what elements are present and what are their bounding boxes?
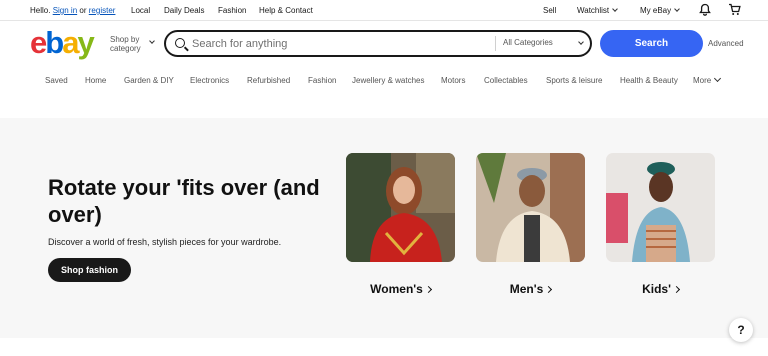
nav-item-electronics[interactable]: Electronics <box>190 76 229 85</box>
ebay-logo[interactable]: ebay <box>30 25 95 60</box>
help-contact-link[interactable]: Help & Contact <box>259 6 313 15</box>
nav-item-home[interactable]: Home <box>85 76 106 85</box>
nav-item-saved[interactable]: Saved <box>45 76 68 85</box>
logo-letter-a: a <box>62 25 79 60</box>
kids-link[interactable]: Kids' <box>606 282 715 296</box>
search-icon <box>175 38 185 48</box>
chevron-right-icon <box>424 285 432 294</box>
or-text: or <box>79 6 87 15</box>
sell-link[interactable]: Sell <box>543 6 556 15</box>
category-select[interactable]: All Categories <box>503 38 591 47</box>
nav-item-collectables[interactable]: Collectables <box>484 76 528 85</box>
chevron-down-icon <box>714 74 722 83</box>
bell-icon[interactable] <box>699 3 711 18</box>
search-bar: All Categories <box>164 30 592 57</box>
chevron-down-icon <box>674 6 680 12</box>
sign-in-link[interactable]: Sign in <box>53 6 77 15</box>
daily-deals-link[interactable]: Daily Deals <box>164 6 204 15</box>
more-label: More <box>693 76 712 85</box>
watchlist-label: Watchlist <box>577 6 610 15</box>
shop-by-category-button[interactable]: Shop by category <box>110 35 155 53</box>
chevron-right-icon <box>545 285 553 294</box>
shop-by-label: Shop by <box>110 35 140 44</box>
watchlist-menu[interactable]: Watchlist <box>577 6 618 15</box>
category-label: category <box>110 44 141 53</box>
greeting: Hello. Sign in or register <box>30 6 115 15</box>
chevron-down-icon <box>612 6 618 12</box>
chevron-right-icon <box>672 285 680 294</box>
womens-link[interactable]: Women's <box>346 282 455 296</box>
nav-item-sports-leisure[interactable]: Sports & leisure <box>546 76 602 85</box>
mens-tile-image[interactable] <box>476 153 585 262</box>
shop-fashion-button[interactable]: Shop fashion <box>48 258 131 282</box>
search-button[interactable]: Search <box>600 30 703 57</box>
logo-letter-y: y <box>77 25 94 60</box>
mens-label: Men's <box>509 282 544 296</box>
nav-item-jewellery-watches[interactable]: Jewellery & watches <box>352 76 424 85</box>
search-input[interactable] <box>192 34 492 53</box>
nav-item-more[interactable]: More <box>693 74 722 85</box>
advanced-search-link[interactable]: Advanced <box>708 39 744 48</box>
fashion-link[interactable]: Fashion <box>218 6 246 15</box>
nav-item-refurbished[interactable]: Refurbished <box>247 76 290 85</box>
cart-icon[interactable] <box>728 3 741 18</box>
nav-item-garden-diy[interactable]: Garden & DIY <box>124 76 174 85</box>
chevron-down-icon <box>149 38 155 44</box>
mens-link[interactable]: Men's <box>476 282 585 296</box>
divider <box>495 36 496 51</box>
kids-tile-image[interactable] <box>606 153 715 262</box>
my-ebay-label: My eBay <box>640 6 672 15</box>
logo-letter-b: b <box>45 25 64 60</box>
kids-label: Kids' <box>642 282 671 296</box>
nav-item-health-beauty[interactable]: Health & Beauty <box>620 76 678 85</box>
womens-tile-image[interactable] <box>346 153 455 262</box>
nav-item-motors[interactable]: Motors <box>441 76 465 85</box>
category-select-value: All Categories <box>503 38 553 47</box>
greeting-text: Hello. <box>30 6 51 15</box>
help-button[interactable]: ? <box>729 318 753 342</box>
top-utility-bar: Hello. Sign in or register Local Daily D… <box>0 0 768 21</box>
womens-label: Women's <box>370 282 423 296</box>
logo-letter-e: e <box>30 25 47 60</box>
register-link[interactable]: register <box>89 6 116 15</box>
nav-item-fashion[interactable]: Fashion <box>308 76 336 85</box>
local-link[interactable]: Local <box>131 6 150 15</box>
chevron-down-icon <box>578 39 584 45</box>
hero-headline: Rotate your 'fits over (and over) <box>48 175 320 227</box>
hero-subtitle: Discover a world of fresh, stylish piece… <box>48 237 282 247</box>
category-nav: Saved Home Garden & DIY Electronics Refu… <box>0 70 768 91</box>
my-ebay-menu[interactable]: My eBay <box>640 6 680 15</box>
